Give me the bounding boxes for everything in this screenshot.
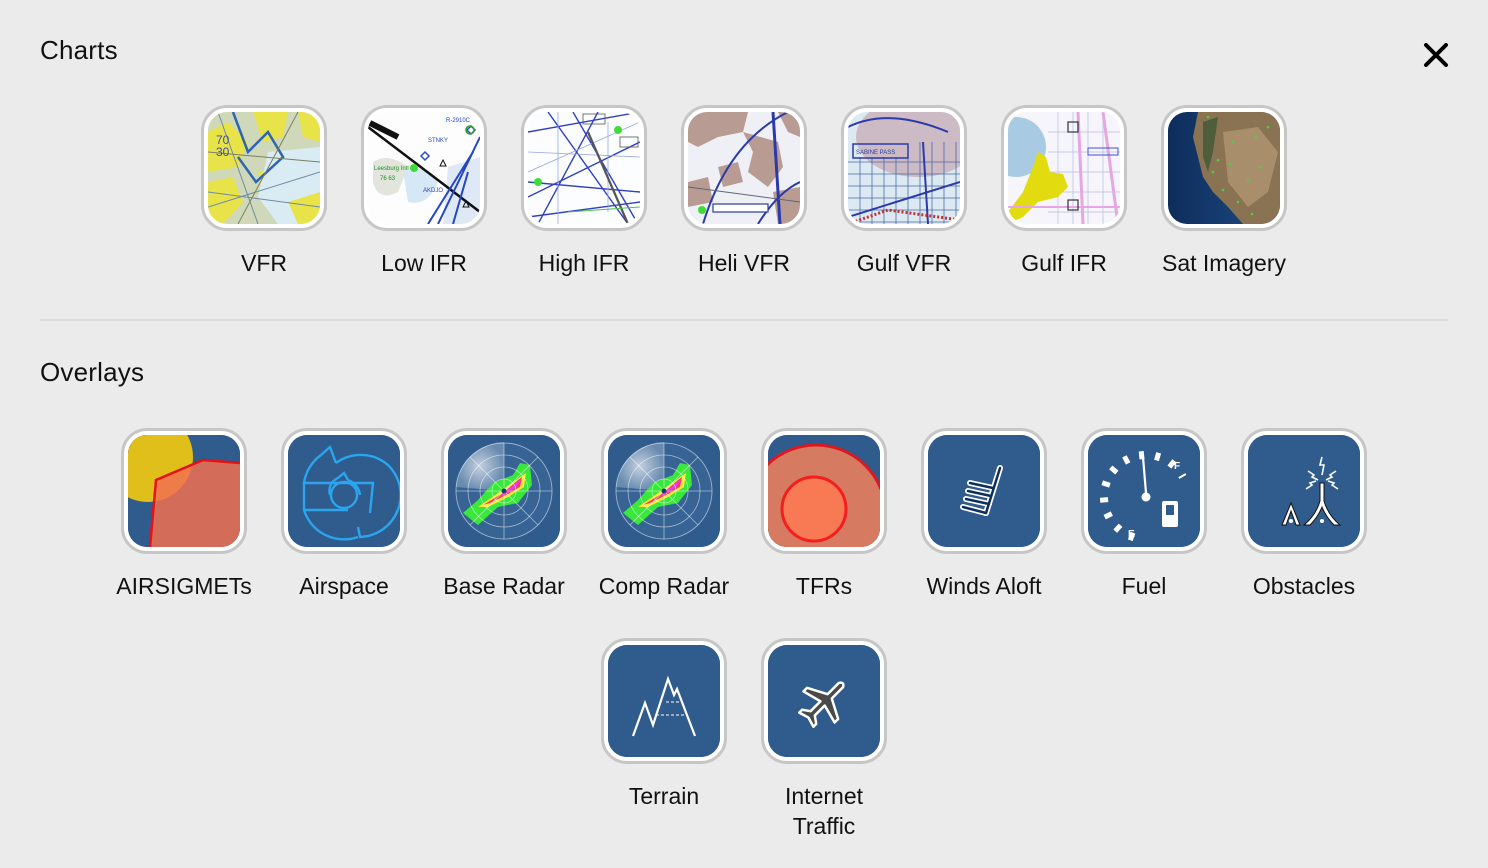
svg-text:Leesburg Intl: Leesburg Intl xyxy=(374,166,409,172)
svg-text:SABINE PASS: SABINE PASS xyxy=(856,150,895,156)
chart-option-high-ifr[interactable]: High IFR xyxy=(504,105,664,278)
vfr-sectional-thumbnail: 70 30 xyxy=(208,112,320,224)
overlay-option-internet-traffic[interactable]: Internet Traffic xyxy=(744,638,904,841)
svg-text:30: 30 xyxy=(216,145,230,159)
chart-label: Gulf VFR xyxy=(856,250,952,276)
airsigmet-icon xyxy=(128,435,240,547)
svg-text:AKDJO: AKDJO xyxy=(423,188,443,194)
wind-barb-icon xyxy=(928,435,1040,547)
chart-option-vfr[interactable]: 70 30 VFR xyxy=(184,105,344,278)
obstacle-tower-icon xyxy=(1248,435,1360,547)
heli-vfr-chart-thumbnail xyxy=(688,112,800,224)
overlay-tile[interactable] xyxy=(921,428,1047,554)
overlays-section-title: Overlays xyxy=(40,357,145,387)
fuel-gauge-icon: F E xyxy=(1088,435,1200,547)
chart-tile[interactable]: SABINE PASS xyxy=(841,105,967,231)
fuel-gauge-tick xyxy=(1099,497,1109,503)
fuel-gauge-tick xyxy=(1154,452,1162,462)
chart-label: Sat Imagery xyxy=(1162,250,1286,276)
overlay-tile[interactable]: F E xyxy=(1081,428,1207,554)
svg-text:76 63: 76 63 xyxy=(380,176,396,182)
chart-tile[interactable] xyxy=(521,105,647,231)
chart-label: VFR xyxy=(241,250,287,276)
base-radar-icon xyxy=(448,435,560,547)
gulf-vfr-chart-thumbnail: SABINE PASS xyxy=(848,112,960,224)
close-icon xyxy=(1424,43,1448,67)
chart-option-heli-vfr[interactable]: Heli VFR xyxy=(664,105,824,278)
overlay-label: AIRSIGMETs xyxy=(116,573,252,599)
overlay-option-fuel[interactable]: F E Fuel xyxy=(1064,428,1224,601)
overlay-tile[interactable] xyxy=(761,638,887,764)
chart-option-sat-imagery[interactable]: Sat Imagery xyxy=(1144,105,1304,278)
airplane-icon xyxy=(768,645,880,757)
svg-text:STNKY: STNKY xyxy=(428,138,448,144)
overlay-tile[interactable] xyxy=(761,428,887,554)
overlay-label: Comp Radar xyxy=(598,573,730,599)
overlay-label: Terrain xyxy=(628,783,700,809)
overlay-option-airspace[interactable]: Airspace xyxy=(264,428,424,601)
chart-label: Heli VFR xyxy=(697,250,790,276)
overlay-label: Internet Traffic xyxy=(744,781,904,841)
terrain-mountain-icon xyxy=(608,645,720,757)
gulf-ifr-chart-thumbnail xyxy=(1008,112,1120,224)
overlay-tile[interactable] xyxy=(121,428,247,554)
chart-option-gulf-ifr[interactable]: Gulf IFR xyxy=(984,105,1144,278)
overlay-tile[interactable] xyxy=(281,428,407,554)
overlay-label: Base Radar xyxy=(443,573,565,599)
overlay-tile[interactable] xyxy=(441,428,567,554)
chart-tile[interactable]: 70 30 xyxy=(201,105,327,231)
close-button[interactable] xyxy=(1416,36,1456,76)
overlay-label: Fuel xyxy=(1121,573,1167,599)
fuel-gauge-tick xyxy=(1122,455,1131,465)
svg-text:R-2910C: R-2910C xyxy=(446,118,471,124)
overlay-label-line: Internet xyxy=(785,783,863,809)
chart-tile[interactable] xyxy=(1161,105,1287,231)
overlay-label: Winds Aloft xyxy=(926,573,1042,599)
airspace-icon xyxy=(288,435,400,547)
svg-text:E: E xyxy=(1128,529,1135,540)
chart-tile[interactable] xyxy=(681,105,807,231)
overlay-option-comp-radar[interactable]: Comp Radar xyxy=(584,428,744,601)
charts-section-title: Charts xyxy=(40,35,118,65)
chart-tile[interactable] xyxy=(1001,105,1127,231)
high-ifr-chart-thumbnail xyxy=(528,112,640,224)
overlay-tile[interactable] xyxy=(601,638,727,764)
overlay-option-airsigmets[interactable]: AIRSIGMETs xyxy=(104,428,264,601)
overlay-option-terrain[interactable]: Terrain xyxy=(584,638,744,811)
fuel-gauge-tick xyxy=(1101,480,1111,488)
overlay-option-tfrs[interactable]: TFRs xyxy=(744,428,904,601)
overlay-tile[interactable] xyxy=(601,428,727,554)
overlay-tile[interactable] xyxy=(1241,428,1367,554)
tfr-icon xyxy=(768,435,880,547)
fuel-gauge-tick xyxy=(1138,450,1145,460)
fuel-gauge-tick xyxy=(1103,511,1113,520)
low-ifr-chart-thumbnail: Leesburg Intl 76 63 STNKY R-2910C AKDJO xyxy=(368,112,480,224)
chart-label: High IFR xyxy=(538,250,630,276)
svg-text:F: F xyxy=(1174,461,1180,472)
overlay-label: Obstacles xyxy=(1252,573,1356,599)
overlay-option-base-radar[interactable]: Base Radar xyxy=(424,428,584,601)
overlay-label: Airspace xyxy=(299,573,389,599)
chart-label: Low IFR xyxy=(381,250,467,276)
chart-label: Gulf IFR xyxy=(1021,250,1107,276)
section-divider xyxy=(40,319,1448,321)
overlay-option-obstacles[interactable]: Obstacles xyxy=(1224,428,1384,601)
chart-tile[interactable]: Leesburg Intl 76 63 STNKY R-2910C AKDJO xyxy=(361,105,487,231)
overlay-option-winds-aloft[interactable]: Winds Aloft xyxy=(904,428,1064,601)
chart-option-low-ifr[interactable]: Leesburg Intl 76 63 STNKY R-2910C AKDJO … xyxy=(344,105,504,278)
chart-option-gulf-vfr[interactable]: SABINE PASS Gulf VFR xyxy=(824,105,984,278)
overlay-label-line: Traffic xyxy=(792,813,856,839)
satellite-imagery-thumbnail xyxy=(1168,112,1280,224)
overlay-label: TFRs xyxy=(795,573,853,599)
comp-radar-icon xyxy=(608,435,720,547)
